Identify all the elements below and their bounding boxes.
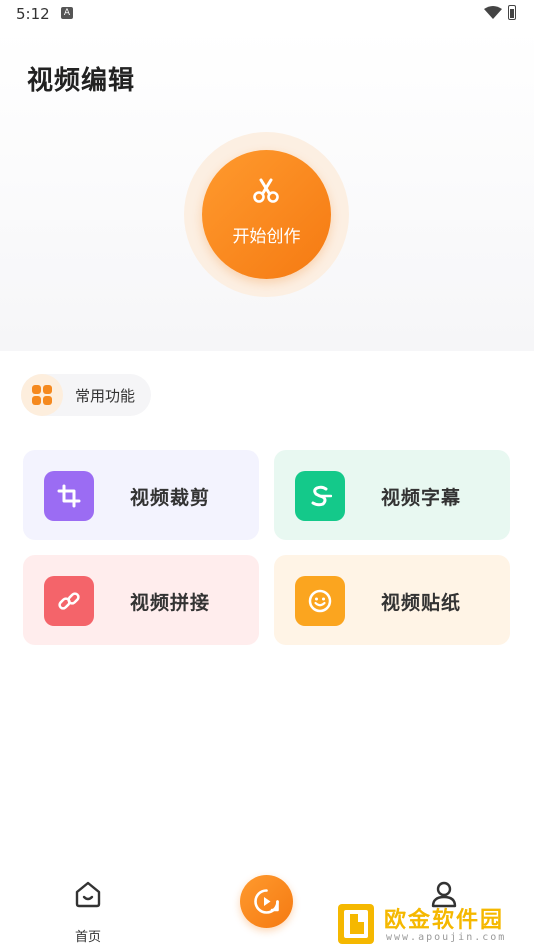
nav-create-video-button[interactable] — [240, 875, 293, 928]
scissors-icon — [253, 178, 279, 203]
video-merge-label: 视频拼接 — [130, 592, 211, 614]
nav-home-label: 首页 — [74, 930, 101, 945]
link-icon — [44, 576, 94, 626]
watermark-logo — [338, 904, 374, 944]
home-icon — [75, 881, 101, 908]
watermark-url: www.apoujin.com — [386, 932, 507, 943]
video-crop-card[interactable]: 视频裁剪 — [23, 450, 259, 540]
watermark: 欧金软件园 www.apoujin.com — [332, 900, 534, 950]
smiley-icon — [295, 576, 345, 626]
page-title: 视频编辑 — [27, 66, 136, 96]
start-create-label: 开始创作 — [232, 227, 301, 247]
grid-icon — [21, 374, 63, 416]
crop-icon — [44, 471, 94, 521]
battery-icon — [508, 5, 516, 20]
common-functions-label: 常用功能 — [75, 387, 136, 405]
video-crop-label: 视频裁剪 — [130, 487, 211, 509]
start-create-button[interactable]: 开始创作 — [202, 150, 331, 279]
nav-home[interactable]: 首页 — [62, 880, 114, 945]
common-functions-chip: 常用功能 — [21, 374, 151, 416]
notification-a-icon: A — [61, 7, 73, 19]
video-subtitle-card[interactable]: 视频字幕 — [274, 450, 510, 540]
subtitle-s-icon — [295, 471, 345, 521]
video-subtitle-label: 视频字幕 — [381, 487, 462, 509]
status-time: 5:12 — [16, 5, 50, 23]
video-play-icon — [254, 889, 279, 914]
wifi-icon — [484, 6, 502, 19]
video-merge-card[interactable]: 视频拼接 — [23, 555, 259, 645]
watermark-text: 欧金软件园 — [384, 908, 505, 933]
video-sticker-label: 视频贴纸 — [381, 592, 462, 614]
video-sticker-card[interactable]: 视频贴纸 — [274, 555, 510, 645]
status-bar: 5:12 A — [0, 0, 534, 28]
